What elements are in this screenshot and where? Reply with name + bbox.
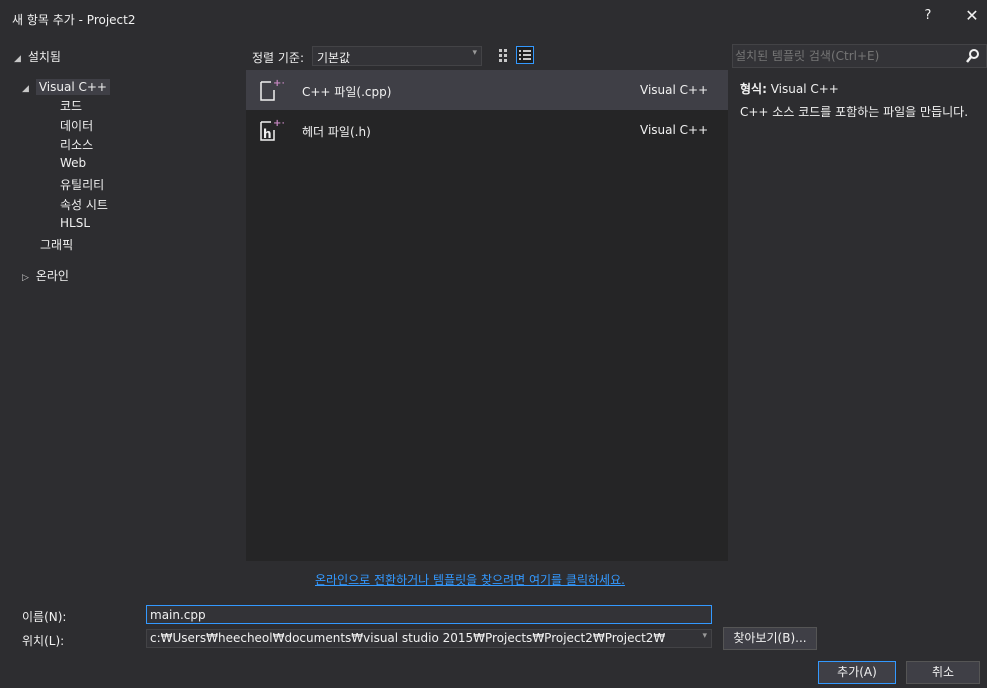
help-button[interactable]: ? — [918, 8, 938, 28]
svg-text:h: h — [263, 127, 272, 141]
close-button[interactable]: ✕ — [960, 6, 984, 30]
template-name: C++ 파일(.cpp) — [302, 85, 392, 99]
tree-node-data[interactable]: 데이터 — [60, 117, 93, 134]
description-text: C++ 소스 코드를 포함하는 파일을 만듭니다. — [740, 105, 969, 119]
sort-label: 정렬 기준: — [252, 51, 305, 65]
tree-node-property-sheets[interactable]: 속성 시트 — [60, 196, 108, 213]
svg-text:++: ++ — [273, 118, 284, 129]
expanded-arrow-icon: ◢ — [14, 54, 21, 64]
tree-node-label: Visual C++ — [35, 79, 110, 95]
list-view-icon — [519, 50, 531, 60]
expanded-arrow-icon: ◢ — [22, 84, 29, 94]
sort-toolbar: 정렬 기준: 기본값 ▾ — [240, 37, 730, 73]
location-value: c:₩Users₩heecheol₩documents₩visual studi… — [150, 631, 666, 645]
collapsed-arrow-icon: ▷ — [22, 273, 29, 283]
list-item[interactable]: h ++ 헤더 파일(.h) Visual C++ — [246, 110, 728, 150]
name-label: 이름(N): — [22, 610, 67, 624]
name-input[interactable] — [146, 605, 712, 624]
cpp-file-icon: ++ — [256, 76, 290, 104]
template-type: 형식: Visual C++ — [740, 80, 985, 97]
online-link[interactable]: 온라인으로 전환하거나 템플릿을 찾으려면 여기를 클릭하세요. — [315, 571, 625, 588]
cancel-button[interactable]: 취소 — [906, 661, 980, 684]
window-title: 새 항목 추가 - Project2 — [12, 13, 136, 27]
type-label: 형식: — [740, 82, 767, 96]
browse-button[interactable]: 찾아보기(B)... — [723, 627, 817, 650]
list-item[interactable]: ++ C++ 파일(.cpp) Visual C++ — [246, 70, 728, 110]
sort-value: 기본값 — [317, 51, 351, 65]
tree-node-installed[interactable]: ◢ 설치됨 — [14, 48, 61, 65]
type-value: Visual C++ — [770, 82, 839, 96]
list-view-button[interactable] — [516, 46, 534, 64]
chevron-down-icon: ▾ — [702, 631, 707, 641]
template-name: 헤더 파일(.h) — [302, 125, 371, 139]
tree-node-code[interactable]: 코드 — [60, 97, 82, 114]
tree-node-label: 설치됨 — [27, 50, 61, 64]
search-icon[interactable] — [965, 47, 981, 65]
sort-dropdown[interactable]: 기본값 ▾ — [312, 46, 482, 66]
template-tree: ◢ 설치됨 ◢ Visual C++ 코드 데이터 리소스 Web 유틸리티 속… — [0, 37, 240, 561]
location-label: 위치(L): — [22, 634, 65, 648]
svg-text:++: ++ — [273, 78, 284, 89]
location-dropdown[interactable]: c:₩Users₩heecheol₩documents₩visual studi… — [146, 629, 712, 648]
tree-node-visual-cpp[interactable]: ◢ Visual C++ — [22, 79, 110, 95]
search-input[interactable] — [735, 47, 955, 65]
tree-node-graphics[interactable]: 그래픽 — [40, 236, 73, 253]
template-list: ++ C++ 파일(.cpp) Visual C++ h ++ 헤더 파일(.h… — [246, 70, 728, 561]
template-description: 형식: Visual C++ C++ 소스 코드를 포함하는 파일을 만듭니다. — [740, 80, 985, 119]
chevron-down-icon: ▾ — [472, 48, 477, 58]
template-language: Visual C++ — [640, 83, 709, 97]
tree-node-hlsl[interactable]: HLSL — [60, 216, 90, 230]
tree-node-online[interactable]: ▷ 온라인 — [22, 267, 69, 284]
template-language: Visual C++ — [640, 123, 709, 137]
title-bar: 새 항목 추가 - Project2 ? ✕ — [0, 0, 987, 37]
add-button[interactable]: 추가(A) — [818, 661, 896, 684]
tree-node-label: 온라인 — [35, 269, 69, 283]
tree-node-web[interactable]: Web — [60, 156, 86, 170]
small-icons-view-button[interactable] — [496, 46, 514, 64]
small-icons-icon — [499, 49, 507, 62]
tree-node-utility[interactable]: 유틸리티 — [60, 176, 104, 193]
tree-node-resources[interactable]: 리소스 — [60, 136, 93, 153]
header-file-icon: h ++ — [256, 116, 290, 144]
template-search — [732, 44, 987, 68]
